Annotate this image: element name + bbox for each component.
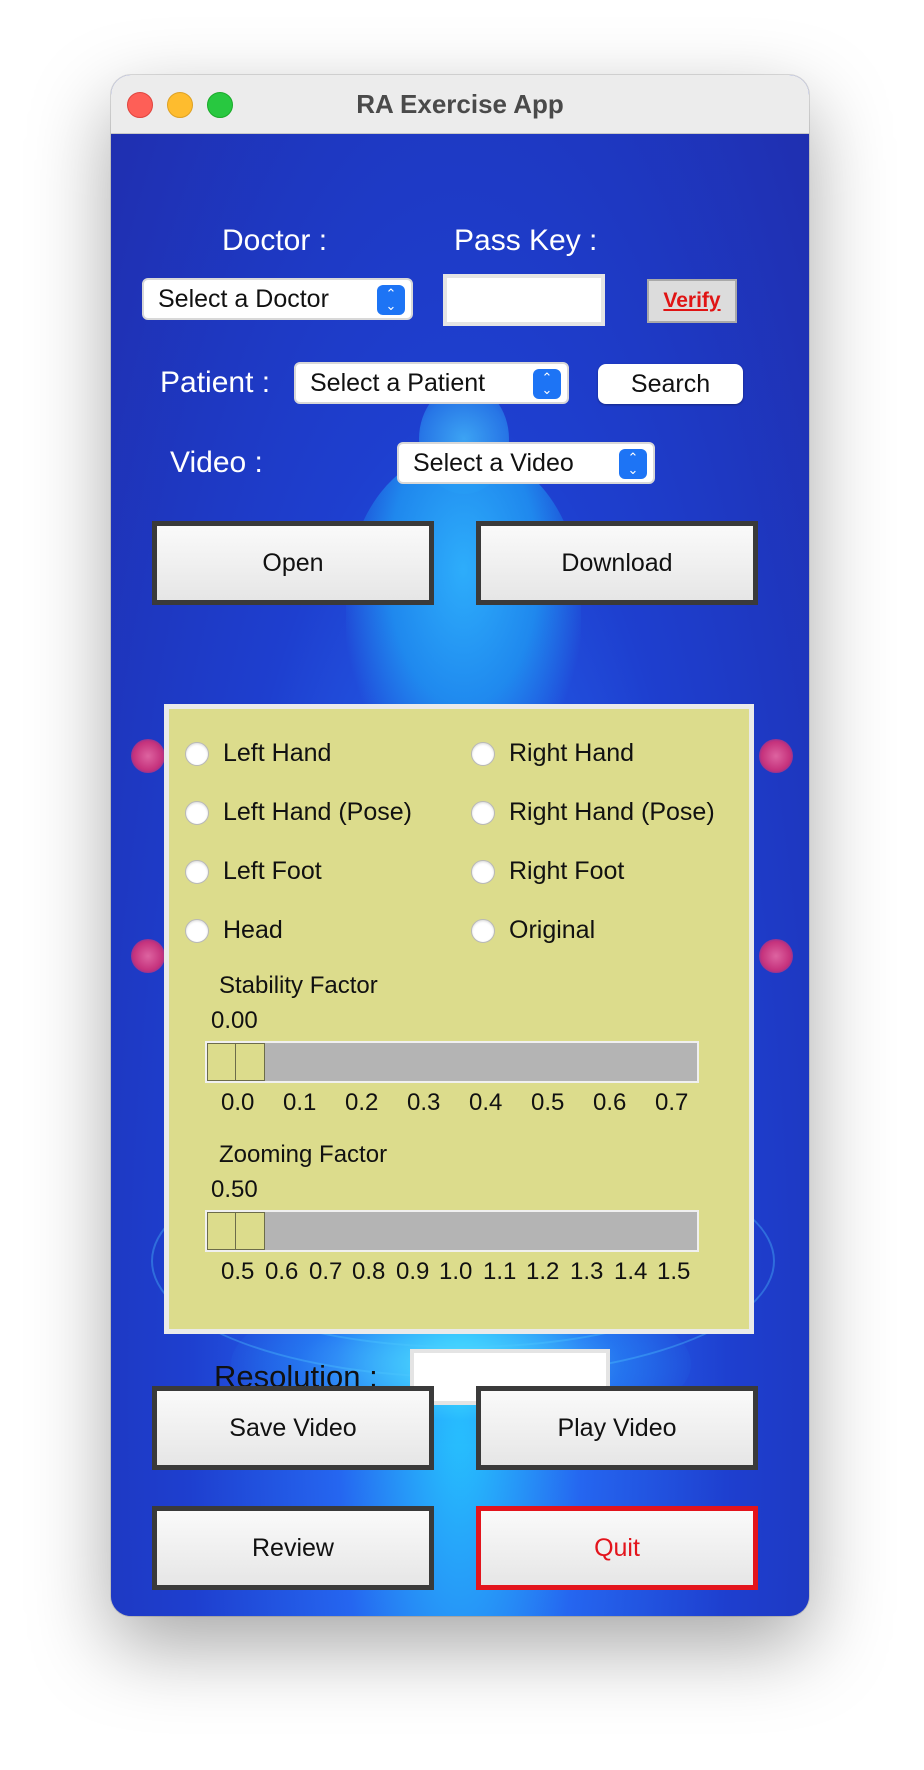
tick-label: 1.2 bbox=[526, 1258, 560, 1285]
window-title: RA Exercise App bbox=[356, 89, 564, 119]
pass-key-label: Pass Key : bbox=[454, 224, 598, 257]
tick-label: 0.3 bbox=[407, 1089, 441, 1116]
tick-label: 1.0 bbox=[439, 1258, 473, 1285]
video-label: Video : bbox=[170, 446, 263, 479]
background-marker bbox=[759, 939, 793, 973]
tick-label: 0.8 bbox=[352, 1258, 386, 1285]
app-window: RA Exercise App Doctor : Pass Key : Sele… bbox=[111, 75, 809, 1616]
radio-button[interactable] bbox=[471, 741, 495, 766]
select-stepper-icon: ⌃ ⌄ bbox=[533, 369, 561, 399]
tick-label: 1.4 bbox=[614, 1258, 648, 1285]
slider-thumb[interactable] bbox=[207, 1043, 265, 1081]
open-button[interactable]: Open bbox=[152, 521, 434, 605]
main-content: Doctor : Pass Key : Select a Doctor ⌃ ⌄ V… bbox=[111, 134, 809, 1616]
options-panel: Left Hand Right Hand Left Hand (Pose) Ri… bbox=[164, 704, 754, 1405]
tick-label: 0.5 bbox=[531, 1089, 565, 1116]
option-right-hand-pose[interactable]: Right Hand (Pose) bbox=[471, 798, 715, 827]
tick-label: 0.4 bbox=[469, 1089, 503, 1116]
patient-select-value: Select a Patient bbox=[310, 368, 486, 397]
tick-label: 1.1 bbox=[483, 1258, 517, 1285]
zooming-ticks: 0.5 0.6 0.7 0.8 0.9 1.0 1.1 1.2 1.3 1.4 … bbox=[221, 1258, 701, 1288]
option-label: Right Hand bbox=[509, 739, 635, 767]
quit-button[interactable]: Quit bbox=[476, 1506, 758, 1590]
radio-button[interactable] bbox=[471, 918, 495, 943]
tick-label: 0.6 bbox=[265, 1258, 299, 1285]
zooming-factor-value: 0.50 bbox=[211, 1176, 258, 1203]
download-button[interactable]: Download bbox=[476, 521, 758, 605]
slider-thumb[interactable] bbox=[207, 1212, 265, 1250]
tick-label: 0.0 bbox=[221, 1089, 255, 1116]
tick-label: 0.7 bbox=[309, 1258, 343, 1285]
option-label: Original bbox=[509, 916, 596, 944]
doctor-label: Doctor : bbox=[222, 224, 328, 257]
option-label: Right Hand (Pose) bbox=[509, 798, 715, 826]
zooming-factor-label: Zooming Factor bbox=[219, 1141, 388, 1168]
zooming-factor-slider[interactable] bbox=[205, 1210, 699, 1252]
tick-label: 0.7 bbox=[655, 1089, 689, 1116]
verify-button[interactable]: Verify bbox=[647, 279, 737, 323]
option-label: Left Foot bbox=[223, 857, 322, 885]
stability-factor-label: Stability Factor bbox=[219, 972, 378, 999]
option-label: Left Hand bbox=[223, 739, 332, 767]
pass-key-input[interactable] bbox=[443, 274, 605, 326]
background-marker bbox=[131, 939, 165, 973]
option-original[interactable]: Original bbox=[471, 916, 595, 945]
doctor-select-value: Select a Doctor bbox=[158, 284, 329, 313]
background-marker bbox=[131, 739, 165, 773]
stability-factor-slider[interactable] bbox=[205, 1041, 699, 1083]
tick-label: 0.1 bbox=[283, 1089, 317, 1116]
video-select-value: Select a Video bbox=[413, 448, 574, 477]
tick-label: 0.5 bbox=[221, 1258, 255, 1285]
option-label: Right Foot bbox=[509, 857, 625, 885]
radio-button[interactable] bbox=[185, 741, 209, 766]
option-left-hand-pose[interactable]: Left Hand (Pose) bbox=[185, 798, 412, 827]
video-select[interactable]: Select a Video ⌃ ⌄ bbox=[397, 442, 655, 484]
tick-label: 0.9 bbox=[396, 1258, 430, 1285]
review-button[interactable]: Review bbox=[152, 1506, 434, 1590]
stability-ticks: 0.0 0.1 0.2 0.3 0.4 0.5 0.6 0.7 bbox=[221, 1089, 701, 1119]
search-button[interactable]: Search bbox=[598, 364, 743, 404]
option-label: Head bbox=[223, 916, 283, 944]
patient-label: Patient : bbox=[160, 366, 271, 399]
doctor-select[interactable]: Select a Doctor ⌃ ⌄ bbox=[142, 278, 413, 320]
select-stepper-icon: ⌃ ⌄ bbox=[619, 449, 647, 479]
select-stepper-icon: ⌃ ⌄ bbox=[377, 285, 405, 315]
radio-button[interactable] bbox=[185, 918, 209, 943]
option-right-hand[interactable]: Right Hand bbox=[471, 739, 634, 768]
patient-select[interactable]: Select a Patient ⌃ ⌄ bbox=[294, 362, 569, 404]
tick-label: 1.5 bbox=[657, 1258, 691, 1285]
radio-button[interactable] bbox=[471, 800, 495, 825]
stability-factor-value: 0.00 bbox=[211, 1007, 258, 1034]
option-head[interactable]: Head bbox=[185, 916, 283, 945]
option-left-hand[interactable]: Left Hand bbox=[185, 739, 331, 768]
save-video-button[interactable]: Save Video bbox=[152, 1386, 434, 1470]
radio-button[interactable] bbox=[185, 859, 209, 884]
option-right-foot[interactable]: Right Foot bbox=[471, 857, 624, 886]
title-bar: RA Exercise App bbox=[111, 75, 809, 134]
tick-label: 1.3 bbox=[570, 1258, 604, 1285]
option-left-foot[interactable]: Left Foot bbox=[185, 857, 322, 886]
radio-button[interactable] bbox=[185, 800, 209, 825]
option-label: Left Hand (Pose) bbox=[223, 798, 412, 826]
play-video-button[interactable]: Play Video bbox=[476, 1386, 758, 1470]
tick-label: 0.6 bbox=[593, 1089, 627, 1116]
tick-label: 0.2 bbox=[345, 1089, 379, 1116]
background-marker bbox=[759, 739, 793, 773]
radio-button[interactable] bbox=[471, 859, 495, 884]
